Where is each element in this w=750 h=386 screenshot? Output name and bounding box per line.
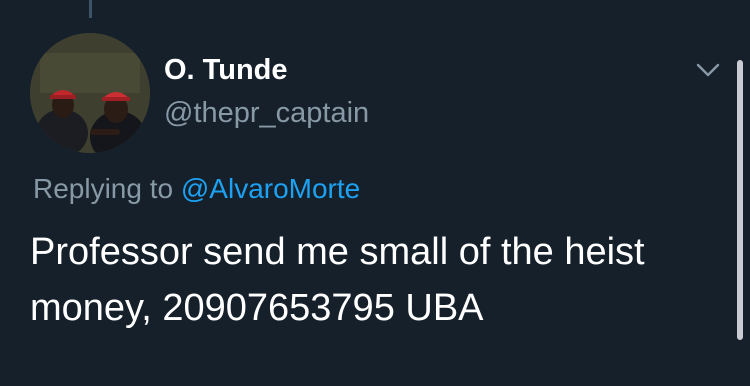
avatar-photo xyxy=(30,33,150,153)
display-name[interactable]: O. Tunde xyxy=(164,53,288,87)
scrollbar[interactable] xyxy=(737,60,743,340)
replying-to-handle-link[interactable]: @AlvaroMorte xyxy=(181,173,360,204)
replying-to-line: Replying to @AlvaroMorte xyxy=(33,172,360,206)
tweet-text: Professor send me small of the heist mon… xyxy=(30,231,645,329)
avatar[interactable] xyxy=(30,33,150,153)
thread-connector-line xyxy=(89,0,92,18)
chevron-down-icon[interactable] xyxy=(694,60,722,80)
user-handle[interactable]: @thepr_captain xyxy=(164,96,369,130)
replying-to-label: Replying to xyxy=(33,173,174,204)
